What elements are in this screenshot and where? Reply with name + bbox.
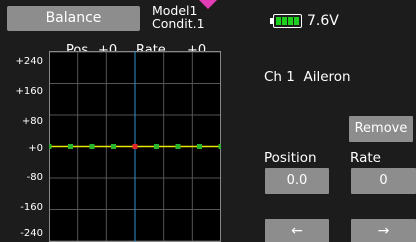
battery-cell xyxy=(276,17,281,25)
curve-point xyxy=(68,144,73,149)
y-tick-label: -80 xyxy=(26,172,43,183)
battery-cell xyxy=(288,17,293,25)
selected-curve-point xyxy=(132,144,138,149)
position-field-label: Position xyxy=(264,150,317,166)
curve-graph[interactable] xyxy=(49,51,221,242)
battery-cell xyxy=(282,17,287,25)
y-tick-label: +240 xyxy=(15,56,43,67)
y-tick-label: +80 xyxy=(21,116,43,127)
model-info: Model1 Condit.1 xyxy=(152,4,205,30)
y-tick-label: -160 xyxy=(20,202,43,213)
next-point-button[interactable]: → xyxy=(351,219,416,242)
previous-point-button[interactable]: ← xyxy=(265,219,329,242)
battery-voltage: 7.6V xyxy=(307,13,339,29)
rate-field-label: Rate xyxy=(350,150,381,166)
channel-function: Aileron xyxy=(303,69,351,85)
y-tick-label: -240 xyxy=(20,228,43,239)
curve-point xyxy=(154,144,159,149)
condition-name: Condit.1 xyxy=(152,16,205,31)
curve-point xyxy=(111,144,116,149)
battery-icon xyxy=(270,14,302,28)
rate-value-field[interactable]: 0 xyxy=(351,168,416,194)
y-tick-label: +0 xyxy=(28,143,43,154)
curve-point xyxy=(175,144,181,149)
y-tick-label: +160 xyxy=(15,86,43,97)
battery-cell xyxy=(294,17,299,25)
curve-point xyxy=(197,144,202,149)
position-value-field[interactable]: 0.0 xyxy=(265,168,329,194)
curve-point xyxy=(218,144,221,149)
channel-label: Ch 1 Aileron xyxy=(264,69,351,85)
balance-tab-button[interactable]: Balance xyxy=(7,6,140,31)
curve-point xyxy=(89,144,95,149)
channel-number: Ch 1 xyxy=(264,69,295,85)
remove-button[interactable]: Remove xyxy=(349,116,413,142)
curve-point xyxy=(49,144,52,149)
